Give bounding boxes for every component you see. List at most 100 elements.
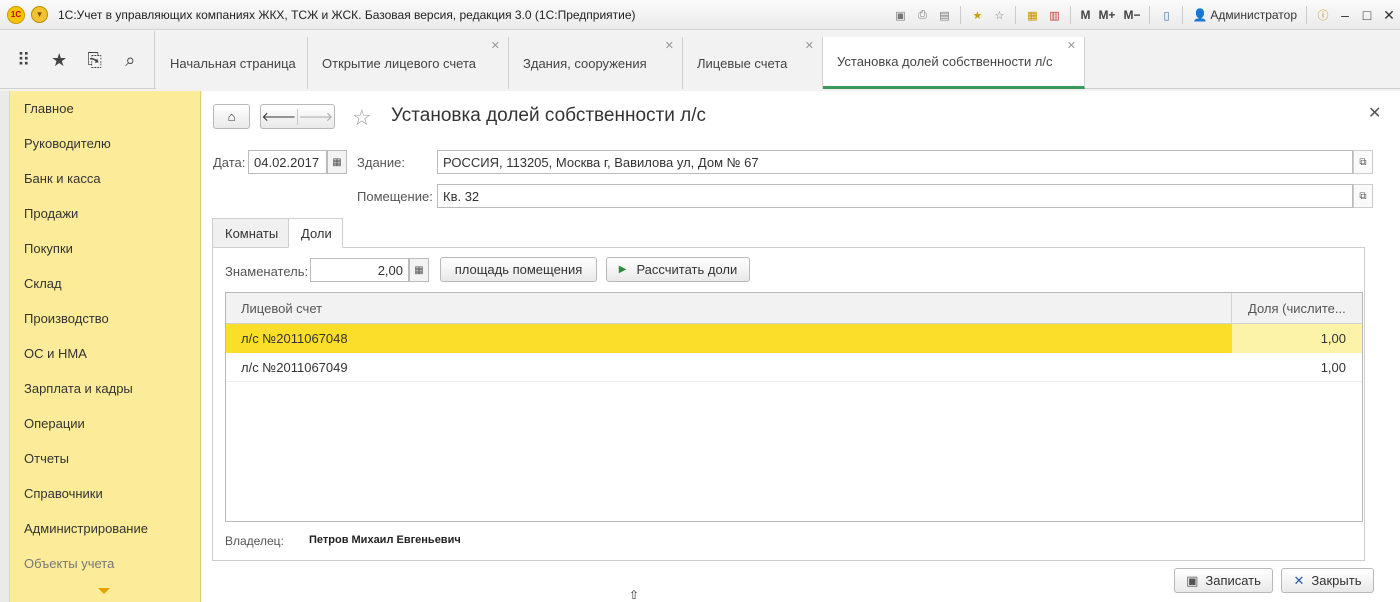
minimize-button[interactable]: –: [1334, 7, 1356, 23]
column-share[interactable]: Доля (числите...: [1248, 301, 1346, 316]
nav-buttons: 🡐 🡒: [260, 104, 335, 129]
back-arrow-icon[interactable]: 🡐: [261, 108, 298, 125]
calculator-icon[interactable]: ▦: [1024, 7, 1040, 23]
close-tab-icon[interactable]: ✕: [1067, 39, 1076, 52]
scroll-down-icon[interactable]: [98, 588, 110, 594]
sidebar-item-sales[interactable]: Продажи: [10, 196, 200, 231]
preview-icon[interactable]: ▤: [936, 7, 952, 23]
room-area-button[interactable]: площадь помещения: [440, 257, 597, 282]
denominator-field[interactable]: 2,00: [310, 258, 409, 282]
tab-account-opening[interactable]: Открытие лицевого счета ✕: [308, 37, 509, 89]
memory-mminus-button[interactable]: M−: [1123, 8, 1140, 22]
date-field[interactable]: 04.02.2017: [248, 150, 327, 174]
section-bar: ⠿ ★ ⎘ ⌕ Начальная страница Открытие лице…: [0, 31, 1400, 89]
open-tabs: Начальная страница Открытие лицевого сче…: [156, 37, 1085, 89]
print-icon[interactable]: ⎙: [914, 7, 930, 23]
sidebar-item-warehouse[interactable]: Склад: [10, 266, 200, 301]
sidebar-item-assets[interactable]: ОС и НМА: [10, 336, 200, 371]
column-divider: [1231, 293, 1232, 324]
sidebar-item-operations[interactable]: Операции: [10, 406, 200, 441]
main-menu-icon[interactable]: ▾: [31, 6, 48, 23]
tab-rooms[interactable]: Комнаты: [212, 218, 289, 248]
tab-share-setup[interactable]: Установка долей собственности л/с ✕: [823, 37, 1085, 89]
owner-value: Петров Михаил Евгеньевич: [309, 534, 461, 546]
favorites-star-icon[interactable]: ★: [45, 50, 73, 71]
play-icon: ▶: [618, 264, 627, 275]
memory-mplus-button[interactable]: M+: [1098, 8, 1115, 22]
sidebar-item-payroll[interactable]: Зарплата и кадры: [10, 371, 200, 406]
user-name: Администратор: [1210, 8, 1297, 22]
open-room-icon[interactable]: ⧉: [1353, 184, 1373, 208]
toolbar-divider: [960, 6, 962, 24]
close-tab-icon[interactable]: ✕: [491, 39, 500, 52]
tab-label: Начальная страница: [170, 55, 296, 71]
close-window-button[interactable]: ✕: [1378, 7, 1400, 24]
favorite-star-icon[interactable]: ☆: [352, 105, 372, 131]
app-window: 1С ▾ 1С:Учет в управляющих компаниях ЖКХ…: [0, 0, 1400, 602]
calculator-picker-icon[interactable]: ▦: [409, 258, 429, 282]
apps-grid-icon[interactable]: ⠿: [10, 50, 38, 71]
building-field[interactable]: РОССИЯ, 113205, Москва г, Вавилова ул, Д…: [437, 150, 1353, 174]
sidebar-item-purchases[interactable]: Покупки: [10, 231, 200, 266]
sidebar-item-reports[interactable]: Отчеты: [10, 441, 200, 476]
tab-shares[interactable]: Доли: [288, 218, 343, 248]
tab-personal-accounts[interactable]: Лицевые счета ✕: [683, 37, 823, 89]
table-row[interactable]: л/с №2011067049 1,00: [226, 353, 1362, 382]
open-building-icon[interactable]: ⧉: [1353, 150, 1373, 174]
account-cell: л/с №2011067049: [241, 360, 348, 375]
history-icon[interactable]: ⎘: [81, 50, 109, 71]
table-row[interactable]: л/с №2011067048 1,00: [226, 324, 1362, 353]
account-cell: л/с №2011067048: [241, 331, 348, 346]
sidebar-item-main[interactable]: Главное: [10, 91, 200, 126]
sidebar-item-bank[interactable]: Банк и касса: [10, 161, 200, 196]
room-field[interactable]: Кв. 32: [437, 184, 1353, 208]
sidebar-item-objects[interactable]: Объекты учета: [10, 546, 200, 581]
app-logo-icon: 1С: [7, 5, 25, 24]
title-toolbar: ▣ ⎙ ▤ ★ ☆ ▦ ▥ M M+ M− ▯ 👤 Администратор …: [889, 0, 1400, 30]
calculate-shares-button[interactable]: ▶ Рассчитать доли: [606, 257, 750, 282]
form-area: ⌂ 🡐 🡒 ☆ Установка долей собственности л/…: [202, 91, 1400, 602]
maximize-button[interactable]: □: [1356, 7, 1378, 23]
search-icon[interactable]: ⌕: [116, 50, 144, 71]
save-icon[interactable]: ▣: [892, 7, 908, 23]
tab-home[interactable]: Начальная страница: [156, 37, 308, 89]
column-account[interactable]: Лицевой счет: [241, 301, 322, 316]
toolbar-divider: [1306, 6, 1307, 24]
close-tab-icon[interactable]: ✕: [665, 39, 674, 52]
title-bar: 1С ▾ 1С:Учет в управляющих компаниях ЖКХ…: [0, 0, 1400, 30]
forward-arrow-icon[interactable]: 🡒: [298, 109, 335, 125]
shares-panel: Знаменатель: 2,00 ▦ площадь помещения ▶ …: [212, 247, 1365, 561]
user-menu[interactable]: 👤 Администратор: [1192, 8, 1297, 22]
favorite-add-icon[interactable]: ★: [969, 7, 985, 23]
denominator-label: Знаменатель:: [225, 264, 309, 279]
sidebar-item-catalogs[interactable]: Справочники: [10, 476, 200, 511]
close-form-icon[interactable]: ✕: [1368, 103, 1381, 123]
close-button[interactable]: ✕ Закрыть: [1281, 568, 1374, 593]
page-title: Установка долей собственности л/с: [391, 105, 706, 126]
tab-label: Лицевые счета: [697, 55, 788, 71]
calendar-icon[interactable]: ▥: [1046, 7, 1062, 23]
toolbar-divider: [1182, 6, 1184, 24]
window-title: 1С:Учет в управляющих компаниях ЖКХ, ТСЖ…: [58, 7, 636, 22]
bookmark-icon[interactable]: ☆: [991, 7, 1007, 23]
tab-buildings[interactable]: Здания, сооружения ✕: [509, 37, 683, 89]
memory-m-button[interactable]: M: [1080, 8, 1090, 22]
info-icon[interactable]: ⓘ: [1315, 7, 1331, 23]
save-button[interactable]: ▣ Записать: [1174, 568, 1273, 593]
close-cross-icon: ✕: [1293, 572, 1305, 588]
close-label: Закрыть: [1311, 573, 1362, 588]
close-tab-icon[interactable]: ✕: [805, 39, 814, 52]
calendar-picker-icon[interactable]: ▦: [327, 150, 347, 174]
owner-label: Владелец:: [225, 534, 284, 548]
mouse-cursor-icon: ⇧: [629, 588, 640, 602]
date-label: Дата:: [213, 155, 246, 170]
sidebar-item-director[interactable]: Руководителю: [10, 126, 200, 161]
panel-layout-icon[interactable]: ▯: [1158, 7, 1174, 23]
sidebar-item-admin[interactable]: Администрирование: [10, 511, 200, 546]
tab-label: Открытие лицевого счета: [322, 55, 477, 71]
share-cell: 1,00: [1320, 331, 1346, 346]
quick-buttons: ⠿ ★ ⎘ ⌕: [0, 31, 155, 89]
home-button[interactable]: ⌂: [213, 104, 250, 129]
sidebar-item-production[interactable]: Производство: [10, 301, 200, 336]
denominator-value: 2,00: [377, 262, 403, 278]
